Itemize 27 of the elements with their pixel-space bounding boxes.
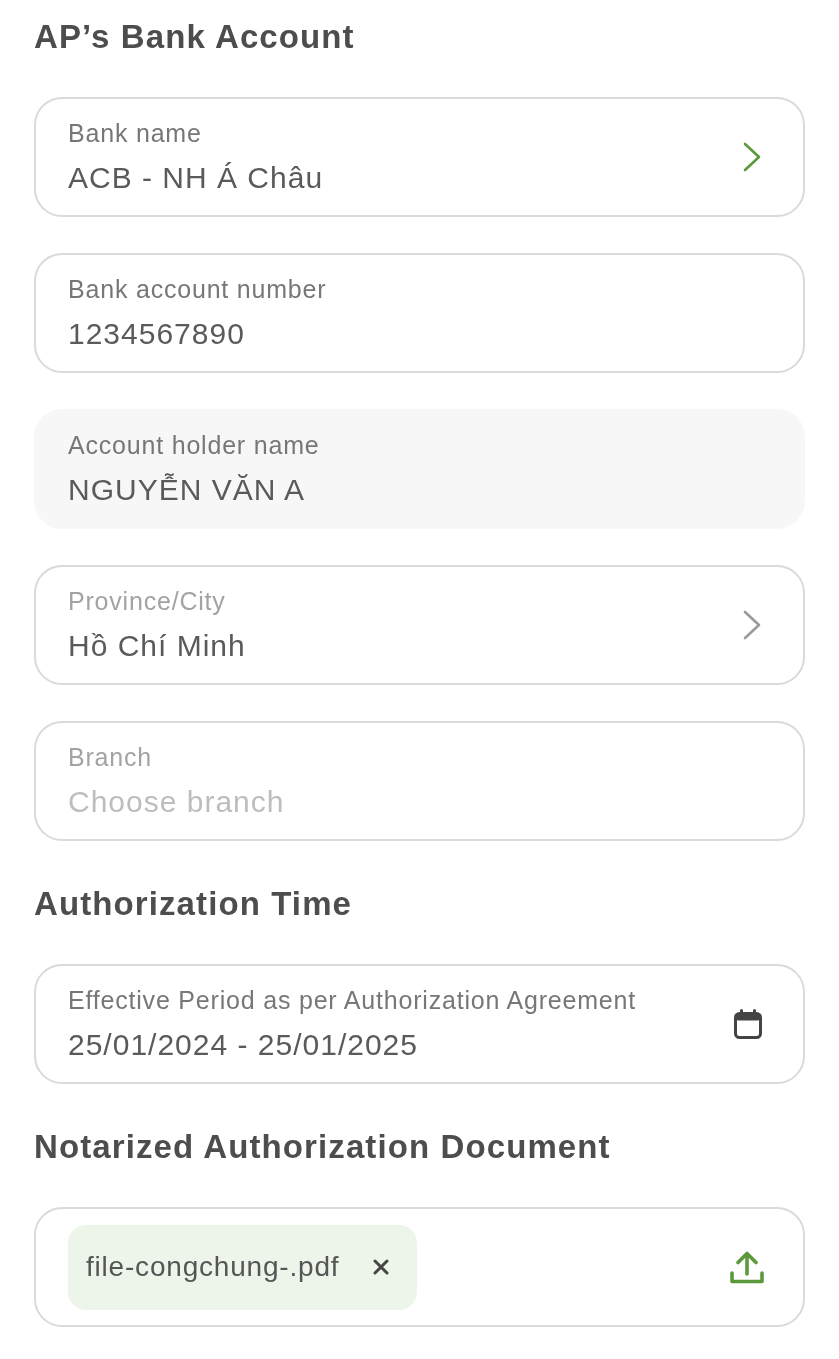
field-value: NGUYỄN VĂN A — [68, 471, 307, 508]
field-label: Account holder name — [68, 429, 321, 461]
section-heading: AP’s Bank Account — [34, 17, 356, 57]
field-value: Hồ Chí Minh — [68, 627, 247, 664]
field-label: Province/City — [68, 585, 227, 617]
field-value: 25/01/2024 - 25/01/2025 — [68, 1026, 419, 1063]
chevron-icon[interactable] — [742, 141, 762, 173]
section-heading: Notarized Authorization Document — [34, 1127, 612, 1167]
calendar-icon[interactable] — [734, 1009, 762, 1039]
field-value: ACB - NH Á Châu — [68, 159, 325, 196]
file-name: file-congchung-.pdf — [86, 1251, 340, 1283]
text-field[interactable]: Bank account number 1234567890 — [34, 253, 805, 373]
field-placeholder: Choose branch — [68, 783, 286, 820]
upload-icon[interactable] — [729, 1249, 765, 1285]
field-label: Effective Period as per Authorization Agreement — [68, 984, 637, 1016]
upload-field[interactable]: file-congchung-.pdf — [34, 1207, 805, 1327]
date-field[interactable]: Effective Period as per Authorization Agreement 25/01/2024 - 25/01/2025 — [34, 964, 805, 1084]
select-field[interactable]: Bank name ACB - NH Á Châu — [34, 97, 805, 217]
field-label: Bank account number — [68, 273, 328, 305]
remove-file-button[interactable] — [373, 1259, 390, 1275]
section-heading: Authorization Time — [34, 884, 354, 924]
field-label: Branch — [68, 741, 153, 773]
field-value: 1234567890 — [68, 315, 246, 352]
close-icon — [373, 1259, 390, 1275]
field-label: Bank name — [68, 117, 203, 149]
select-field[interactable]: Province/City Hồ Chí Minh — [34, 565, 805, 685]
chevron-icon[interactable] — [742, 609, 762, 641]
